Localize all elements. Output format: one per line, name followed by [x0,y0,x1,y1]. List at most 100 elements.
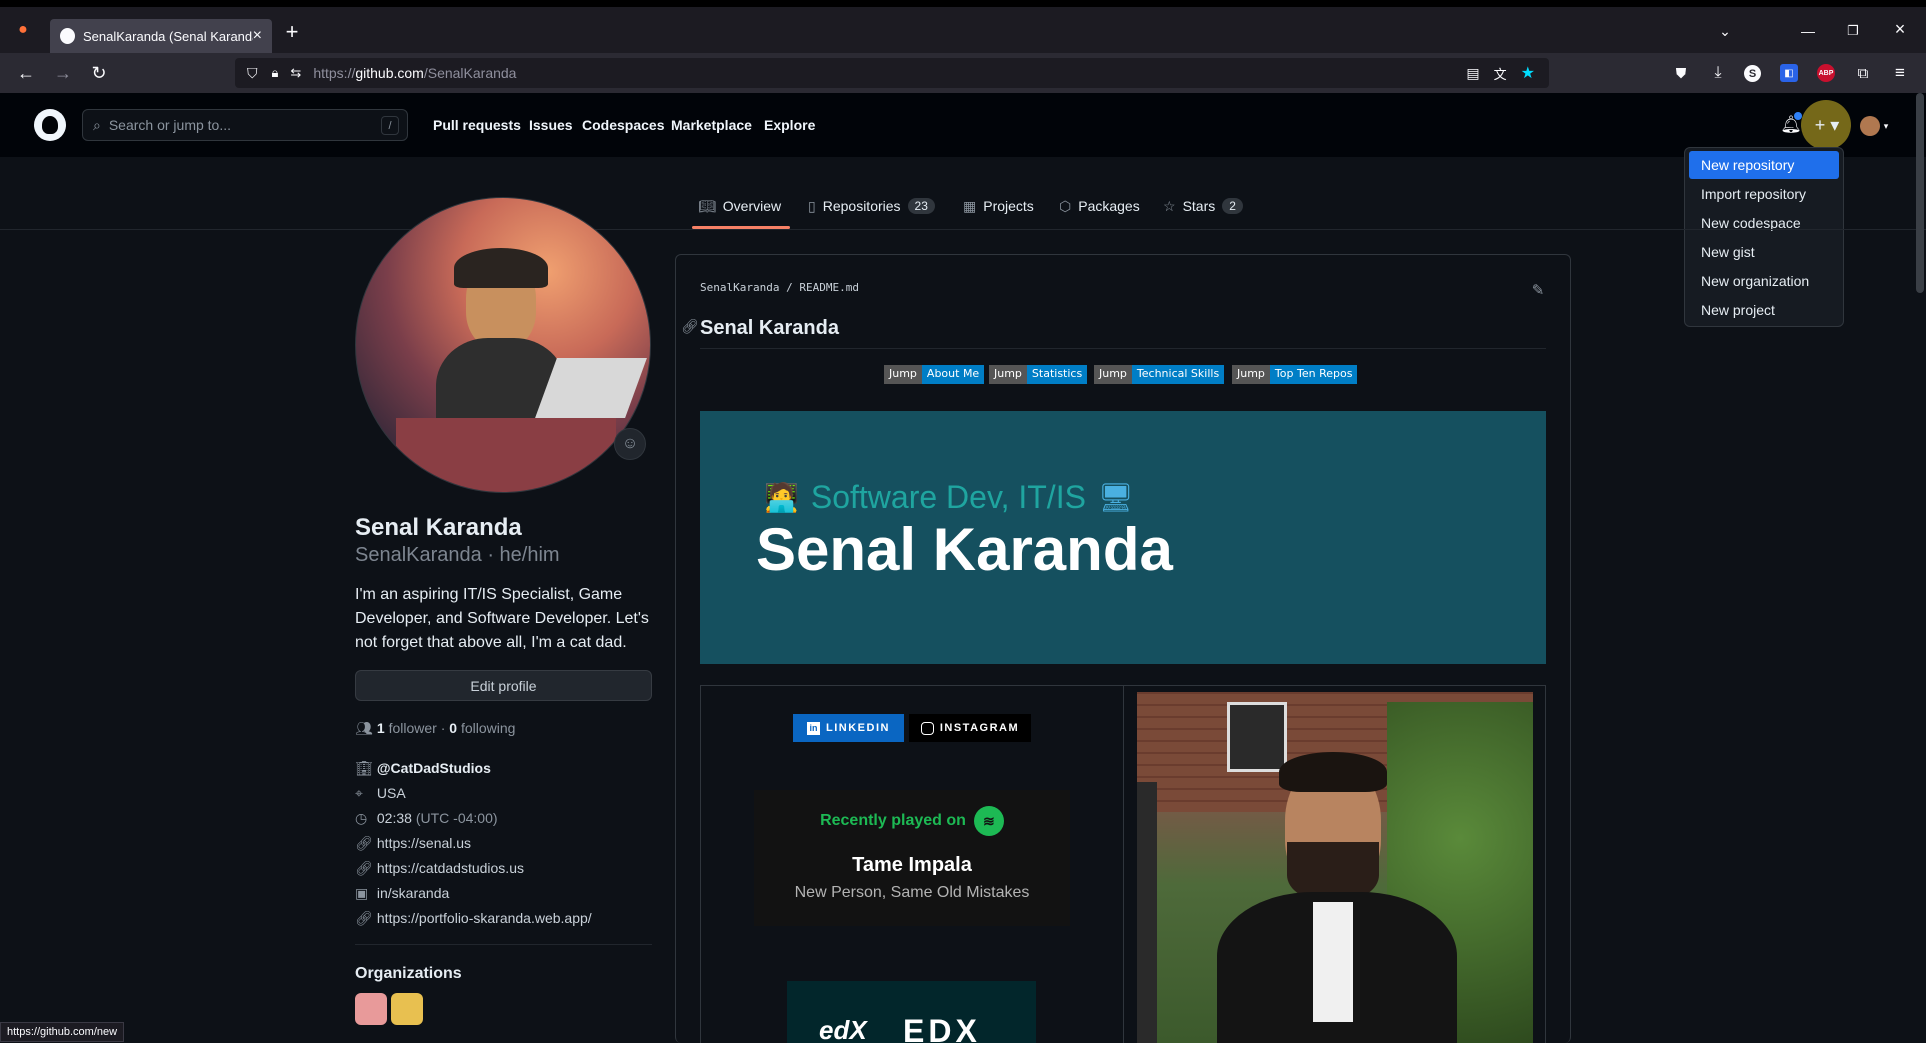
menu-new-gist[interactable]: New gist [1689,238,1839,266]
minimize-icon[interactable]: — [1798,21,1818,41]
website-link-1[interactable]: https://senal.us [377,835,471,851]
profile-name: Senal Karanda [355,514,522,541]
reader-view-icon[interactable]: ▤ [1466,65,1479,82]
tab-packages-label: Packages [1078,198,1140,214]
extension-s-icon[interactable]: S [1744,65,1761,82]
banner-subtitle-row: 🧑‍💻︎ Software Dev, IT/IS 🖥︎ [764,479,1133,516]
followers-row: 👥︎ 1 follower · 0 following [355,720,515,737]
followers-count[interactable]: 1 [377,720,385,736]
tab-overview[interactable]: 📖︎ Overview [698,195,781,217]
followers-label[interactable]: follower [389,720,437,736]
location-row: ⌖ USA [355,785,406,802]
url-bar[interactable]: ⛉ 🔒︎ ⇆ https://github.com/SenalKaranda ▤… [235,58,1549,88]
edx-banner[interactable]: edX EDX [787,981,1036,1043]
link-icon: 🔗︎ [355,910,373,926]
edx-logo: edX [819,1015,867,1043]
restore-icon[interactable]: ❐ [1843,21,1863,41]
tracking-shield-icon[interactable]: ⛉ [247,65,258,82]
github-logo-icon[interactable] [34,109,66,141]
badge-label: Jump [884,365,922,384]
list-tabs-icon[interactable]: ⌄ [1715,21,1735,41]
linkedin-link[interactable]: in/skaranda [377,885,449,901]
nav-codespaces[interactable]: Codespaces [582,117,664,133]
badge-label: Jump [1232,365,1270,384]
menu-import-repository[interactable]: Import repository [1689,180,1839,208]
project-table-icon: ▦ [963,197,977,214]
linkedin-row: ▣ in/skaranda [355,885,449,902]
readme-path-user[interactable]: SenalKaranda [700,281,779,294]
profile-avatar[interactable] [355,197,651,493]
tab-stars[interactable]: ☆ Stars 2 [1163,195,1243,217]
permissions-icon[interactable]: ⇆ [290,65,301,81]
tab-packages[interactable]: ⬡ Packages [1059,195,1140,217]
following-count[interactable]: 0 [449,720,457,736]
menu-new-organization[interactable]: New organization [1689,267,1839,295]
bookmark-star-icon[interactable]: ★ [1521,63,1535,83]
org-avatar-1[interactable] [355,993,387,1025]
avatar-caret-icon[interactable]: ▾ [1881,118,1891,134]
back-icon[interactable]: ← [16,63,36,83]
menu-new-repository[interactable]: New repository [1689,151,1839,179]
menu-new-project[interactable]: New project [1689,296,1839,324]
package-icon: ⬡ [1059,197,1072,214]
spotify-card[interactable]: Recently played on ≋ Tame Impala New Per… [754,790,1070,926]
translate-icon[interactable]: 文 [1494,64,1507,83]
profile-bio: I'm an aspiring IT/IS Specialist, Game D… [355,586,649,651]
browser-tab[interactable]: SenalKaranda (Senal Karanda) × [50,19,272,53]
lock-icon[interactable]: 🔒︎ [272,65,279,81]
firefox-icon[interactable]: ● [12,19,34,41]
link-row-1: 🔗︎ https://senal.us [355,835,471,852]
badge-about-me[interactable]: Jump About Me [884,365,985,384]
website-link-2[interactable]: https://catdadstudios.us [377,860,524,876]
location-text: USA [376,785,406,801]
edit-pencil-icon[interactable]: ✎ [1528,280,1548,300]
badge-technical-skills[interactable]: Jump Technical Skills [1094,365,1225,384]
close-window-icon[interactable]: × [1890,19,1910,39]
badge-value: Top Ten Repos [1269,365,1358,384]
readme-path: SenalKaranda / README.md [700,281,859,294]
following-label[interactable]: following [461,720,515,736]
company-row: 🏢︎ @CatDadStudios [355,760,491,777]
search-input[interactable]: ⌕ Search or jump to... / [82,109,408,141]
website-link-3[interactable]: https://portfolio-skaranda.web.app/ [377,910,592,926]
user-avatar-small[interactable] [1860,116,1880,136]
nav-marketplace[interactable]: Marketplace [671,117,752,133]
forward-icon[interactable]: → [53,63,73,83]
downloads-icon[interactable]: ⤓ [1708,63,1728,83]
anchor-link-icon[interactable]: 🔗︎ [681,318,699,335]
extension-blue-icon[interactable]: ◧ [1780,64,1798,82]
new-tab-icon[interactable]: + [282,19,302,44]
search-placeholder: Search or jump to... [108,117,232,133]
nav-explore[interactable]: Explore [764,117,815,133]
create-new-plus-icon[interactable]: + ▾ [1812,114,1842,136]
extensions-icon[interactable]: ⧉ [1853,63,1873,83]
pocket-icon[interactable]: ⛊ [1671,63,1691,83]
linkedin-button[interactable]: in LINKEDIN [793,714,904,742]
set-status-smiley-icon[interactable]: ☺ [614,428,646,460]
tabs-divider [0,229,1926,230]
edit-profile-button[interactable]: Edit profile [355,670,652,701]
instagram-button[interactable]: INSTAGRAM [909,714,1031,742]
tab-repositories[interactable]: ▯ Repositories 23 [808,195,935,217]
github-favicon-icon [60,28,76,44]
nav-pull-requests[interactable]: Pull requests [433,117,521,133]
link-row-2: 🔗︎ https://catdadstudios.us [355,860,524,877]
tab-projects[interactable]: ▦ Projects [963,195,1034,217]
edx-text: EDX [903,1013,981,1043]
nav-issues[interactable]: Issues [529,117,573,133]
app-menu-icon[interactable]: ≡ [1890,63,1910,83]
adblock-icon[interactable]: ABP [1817,64,1835,82]
page-scrollbar[interactable] [1916,93,1924,293]
close-tab-icon[interactable]: × [253,27,262,45]
menu-new-codespace[interactable]: New codespace [1689,209,1839,237]
person-at-laptop-icon: 🧑‍💻︎ [764,482,799,513]
badge-value: About Me [921,365,985,384]
active-tab-underline [692,226,790,229]
reload-icon[interactable]: ↻ [89,63,109,83]
badge-statistics[interactable]: Jump Statistics [989,365,1088,384]
window-top-edge [0,0,1926,7]
readme-path-file[interactable]: README.md [799,281,859,294]
badge-top-ten-repos[interactable]: Jump Top Ten Repos [1232,365,1358,384]
company-link[interactable]: @CatDadStudios [377,760,491,776]
org-avatar-2[interactable] [391,993,423,1025]
